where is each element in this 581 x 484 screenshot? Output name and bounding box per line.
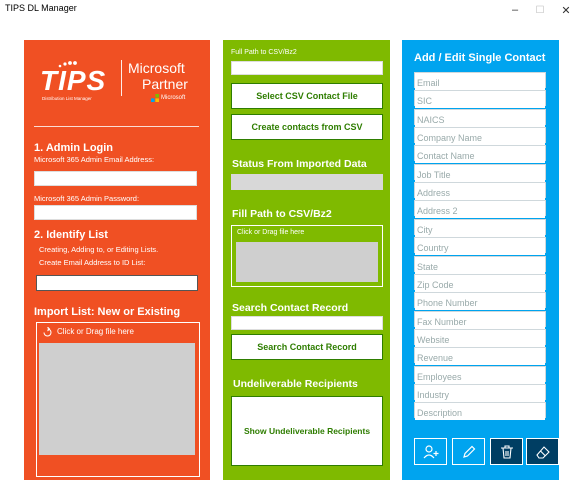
identify-list-heading: 2. Identify List: [34, 229, 108, 241]
admin-email-label: Microsoft 365 Admin Email Address:: [34, 155, 155, 164]
field-fax-number[interactable]: [414, 311, 546, 329]
field-job-title[interactable]: [414, 164, 546, 182]
phone-number-input[interactable]: [415, 296, 545, 310]
import-drop-zone[interactable]: Click or Drag file here: [36, 322, 200, 477]
status-heading: Status From Imported Data: [232, 158, 367, 170]
identify-desc: Creating, Adding to, or Editing Lists.: [39, 245, 159, 254]
status-field: [231, 174, 383, 190]
fax-number-input[interactable]: [415, 315, 545, 329]
address-2-input[interactable]: [415, 204, 545, 218]
refresh-icon: [43, 327, 52, 337]
logo-subtitle: Distribution List Manager: [42, 96, 92, 101]
fill-drop-text: Click or Drag file here: [237, 229, 305, 236]
field-city[interactable]: [414, 219, 546, 237]
field-zip-code[interactable]: [414, 274, 546, 292]
window-title: TIPS DL Manager: [5, 3, 77, 13]
email-input[interactable]: [415, 76, 545, 90]
edit-button[interactable]: [452, 438, 485, 465]
field-sic[interactable]: [414, 90, 546, 108]
field-employees[interactable]: [414, 366, 546, 384]
close-button[interactable]: ✕: [553, 0, 579, 20]
csv-path-input[interactable]: [231, 61, 383, 75]
import-drop-text: Click or Drag file here: [57, 327, 134, 336]
maximize-button[interactable]: ☐: [527, 0, 553, 20]
partner-line1: Microsoft: [128, 60, 185, 76]
microsoft-logo-icon: [151, 94, 159, 102]
import-panel: Full Path to CSV/Bz2 Select CSV Contact …: [223, 40, 390, 480]
pencil-icon: [462, 445, 475, 458]
address-input[interactable]: [415, 186, 545, 200]
description-input[interactable]: [415, 406, 545, 420]
field-company-name[interactable]: [414, 127, 546, 145]
field-naics[interactable]: [414, 109, 546, 127]
logo-text: TIPS: [40, 65, 107, 96]
admin-login-heading: 1. Admin Login: [34, 142, 114, 154]
contact-heading: Add / Edit Single Contact: [414, 52, 546, 64]
website-input[interactable]: [415, 333, 545, 347]
field-description[interactable]: [414, 402, 546, 420]
naics-input[interactable]: [415, 113, 545, 127]
microsoft-text: Microsoft: [161, 95, 186, 101]
field-country[interactable]: [414, 237, 546, 255]
delete-button[interactable]: [490, 438, 523, 465]
eraser-icon: [535, 445, 550, 459]
search-contact-button[interactable]: Search Contact Record: [231, 334, 383, 360]
microsoft-badge: Microsoft: [151, 94, 185, 102]
import-list-heading: Import List: New or Existing: [34, 306, 181, 318]
country-input[interactable]: [415, 241, 545, 255]
city-input[interactable]: [415, 223, 545, 237]
title-bar: TIPS DL Manager – ☐ ✕: [0, 0, 581, 20]
minimize-button[interactable]: –: [502, 0, 528, 20]
add-user-icon: [423, 444, 438, 458]
job-title-input[interactable]: [415, 168, 545, 182]
field-website[interactable]: [414, 329, 546, 347]
field-phone-number[interactable]: [414, 292, 546, 310]
contact-name-input[interactable]: [415, 149, 545, 163]
create-email-label: Create Email Address to ID List:: [39, 258, 146, 267]
divider: [34, 126, 199, 127]
show-undeliverable-button[interactable]: Show Undeliverable Recipients: [231, 396, 383, 466]
fill-path-heading: Fill Path to CSV/Bz2: [232, 208, 332, 220]
employees-input[interactable]: [415, 370, 545, 384]
list-email-input[interactable]: [36, 275, 198, 291]
fill-drop-zone[interactable]: Click or Drag file here: [231, 225, 383, 287]
revenue-input[interactable]: [415, 351, 545, 365]
search-input[interactable]: [231, 316, 383, 330]
undeliverable-heading: Undeliverable Recipients: [233, 378, 358, 390]
admin-email-input[interactable]: [34, 171, 197, 186]
trash-icon: [500, 444, 513, 459]
path-label: Full Path to CSV/Bz2: [231, 49, 297, 56]
search-heading: Search Contact Record: [232, 302, 349, 314]
field-address-2[interactable]: [414, 200, 546, 218]
fill-file-area[interactable]: [236, 242, 378, 282]
field-address[interactable]: [414, 182, 546, 200]
admin-panel: TIPS Distribution List Manager Microsoft…: [24, 40, 210, 480]
field-industry[interactable]: [414, 384, 546, 402]
admin-password-label: Microsoft 365 Admin Password:: [34, 194, 140, 203]
field-email[interactable]: [414, 72, 546, 90]
logo-divider: [121, 60, 122, 96]
field-state[interactable]: [414, 256, 546, 274]
contact-panel: Add / Edit Single Contact: [402, 40, 559, 480]
field-revenue[interactable]: [414, 347, 546, 365]
state-input[interactable]: [415, 260, 545, 274]
industry-input[interactable]: [415, 388, 545, 402]
tips-logo: TIPS Distribution List Manager: [38, 58, 120, 108]
field-contact-name[interactable]: [414, 145, 546, 163]
partner-line2: Partner: [142, 76, 188, 92]
clear-button[interactable]: [526, 438, 559, 465]
select-csv-button[interactable]: Select CSV Contact File: [231, 83, 383, 109]
admin-password-input[interactable]: [34, 205, 197, 220]
create-contacts-button[interactable]: Create contacts from CSV: [231, 114, 383, 140]
company-name-input[interactable]: [415, 131, 545, 145]
zip-code-input[interactable]: [415, 278, 545, 292]
add-user-button[interactable]: [414, 438, 447, 465]
import-file-area[interactable]: [39, 343, 195, 455]
sic-input[interactable]: [415, 94, 545, 108]
